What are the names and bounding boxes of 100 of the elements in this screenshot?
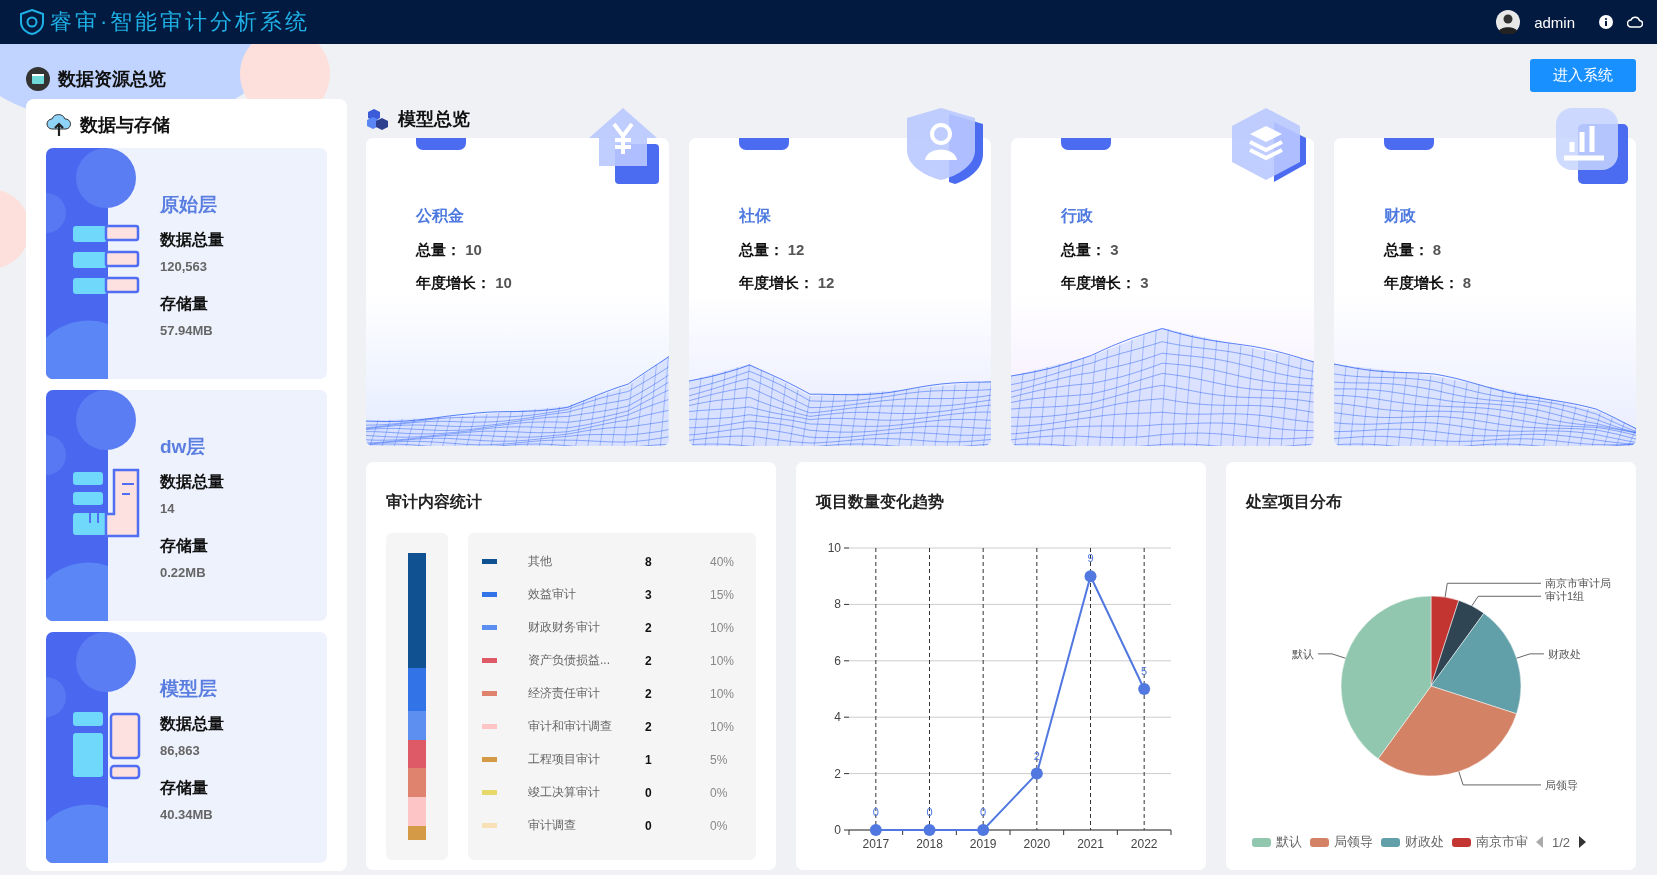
category-percent: 0% xyxy=(710,785,728,800)
growth-text: 年度增长： 10 xyxy=(416,274,513,293)
legend-label[interactable]: 局领导 xyxy=(1334,833,1373,851)
data-point xyxy=(923,824,936,836)
category-name: 其他 xyxy=(528,553,553,570)
category-count: 2 xyxy=(645,620,653,635)
slice-label: 南京市审计局 xyxy=(1545,577,1611,590)
legend-label[interactable]: 南京市审 xyxy=(1476,833,1528,851)
data-point xyxy=(977,824,990,836)
card-accent xyxy=(1061,138,1111,150)
stat-value: 57.94MB xyxy=(160,323,214,338)
data-label: 0 xyxy=(872,806,879,818)
category-percent: 40% xyxy=(710,554,735,569)
category-count: 2 xyxy=(645,653,653,668)
category-percent: 15% xyxy=(710,587,735,602)
category-percent: 10% xyxy=(710,686,735,701)
page-indicator: 1/2 xyxy=(1552,834,1571,850)
stat-value: 40.34MB xyxy=(160,807,214,822)
legend-label[interactable]: 财政处 xyxy=(1405,833,1444,851)
axis-label: 2021 xyxy=(1077,837,1104,851)
axis-label: 2019 xyxy=(969,837,997,851)
category-percent: 5% xyxy=(710,752,728,767)
axis-label: 0 xyxy=(834,823,841,837)
category-name: 财政财务审计 xyxy=(528,619,601,636)
data-label: 2 xyxy=(1033,749,1040,762)
data-label: 0 xyxy=(980,806,987,818)
total-text: 总量： 3 xyxy=(1061,241,1120,260)
category-count: 2 xyxy=(645,686,653,701)
tick-mark xyxy=(843,829,850,831)
card-title: 审计内容统计 xyxy=(386,492,483,512)
axis-label: 10 xyxy=(827,541,841,555)
legend-label[interactable]: 默认 xyxy=(1276,833,1302,851)
axis-label: 2022 xyxy=(1130,837,1158,851)
data-point xyxy=(1030,767,1043,780)
stat-label: 存储量 xyxy=(160,536,209,556)
axis-label: 2018 xyxy=(916,837,943,851)
category-percent: 0% xyxy=(710,818,728,833)
info-icon[interactable] xyxy=(1599,15,1613,29)
data-point xyxy=(869,824,882,836)
app-title: 睿审·智能审计分析系统 xyxy=(50,8,311,36)
shield-logo-icon xyxy=(20,9,44,35)
category-name: 审计调查 xyxy=(528,817,577,834)
bar-segment xyxy=(408,768,426,797)
stat-value: 86,863 xyxy=(160,743,201,758)
cloud-icon[interactable] xyxy=(1627,16,1643,28)
category-percent: 10% xyxy=(710,620,735,635)
monitor-icon xyxy=(26,67,50,91)
category-count: 1 xyxy=(645,752,653,767)
enter-system-button[interactable]: 进入系统 xyxy=(1530,59,1636,92)
category-count: 0 xyxy=(645,785,653,800)
stat-label: 数据总量 xyxy=(160,472,224,492)
axis-label: 2017 xyxy=(862,837,890,851)
tick-mark xyxy=(843,773,850,775)
category-percent: 10% xyxy=(710,653,735,668)
growth-text: 年度增长： 3 xyxy=(1061,274,1150,293)
slice-label: 审计1组 xyxy=(1545,590,1585,603)
category-percent: 10% xyxy=(710,719,735,734)
stat-label: 数据总量 xyxy=(160,230,224,250)
data-point xyxy=(1138,683,1151,695)
bar-segment xyxy=(408,739,426,769)
card-accent xyxy=(416,138,466,150)
axis-label: 2020 xyxy=(1023,837,1051,851)
category-count: 8 xyxy=(645,554,653,569)
tick-mark xyxy=(843,716,850,718)
stat-value: 14 xyxy=(160,501,176,516)
model-name: 社保 xyxy=(738,206,772,226)
section-title: 数据资源总览 xyxy=(58,68,166,91)
next-page-icon[interactable] xyxy=(1578,836,1587,848)
growth-text: 年度增长： 8 xyxy=(1383,274,1472,293)
category-name: 资产负债损益... xyxy=(528,652,611,669)
cloud-upload-icon xyxy=(46,113,72,137)
category-count: 3 xyxy=(645,587,653,602)
layer-title: 原始层 xyxy=(160,193,218,217)
axis-label: 2 xyxy=(834,766,841,781)
user-name[interactable]: admin xyxy=(1534,13,1575,31)
category-name: 工程项目审计 xyxy=(528,751,601,768)
total-text: 总量： 10 xyxy=(416,241,483,260)
tick-mark xyxy=(843,603,850,605)
axis-label: 6 xyxy=(834,653,841,668)
avatar-icon[interactable] xyxy=(1496,10,1521,34)
category-count: 0 xyxy=(645,818,653,833)
layer-title: 模型层 xyxy=(160,677,218,701)
stat-value: 120,563 xyxy=(160,259,208,274)
model-name: 财政 xyxy=(1383,206,1417,226)
category-name: 竣工决算审计 xyxy=(528,784,601,801)
slice-label: 默认 xyxy=(1292,647,1315,660)
layer-title: dw层 xyxy=(160,435,207,459)
category-name: 经济责任审计 xyxy=(528,685,601,702)
data-point xyxy=(1084,570,1097,583)
leader-line xyxy=(1471,595,1542,607)
data-label: 5 xyxy=(1141,665,1148,677)
card-title: 项目数量变化趋势 xyxy=(816,492,945,512)
leader-line xyxy=(1317,653,1346,659)
section-title: 模型总览 xyxy=(398,108,470,131)
section-title: 数据与存储 xyxy=(80,114,170,137)
card-accent xyxy=(1383,138,1434,150)
stat-label: 存储量 xyxy=(160,778,209,798)
model-name: 公积金 xyxy=(416,206,465,226)
data-label: 0 xyxy=(926,806,933,818)
slice-label: 财政处 xyxy=(1547,647,1581,660)
